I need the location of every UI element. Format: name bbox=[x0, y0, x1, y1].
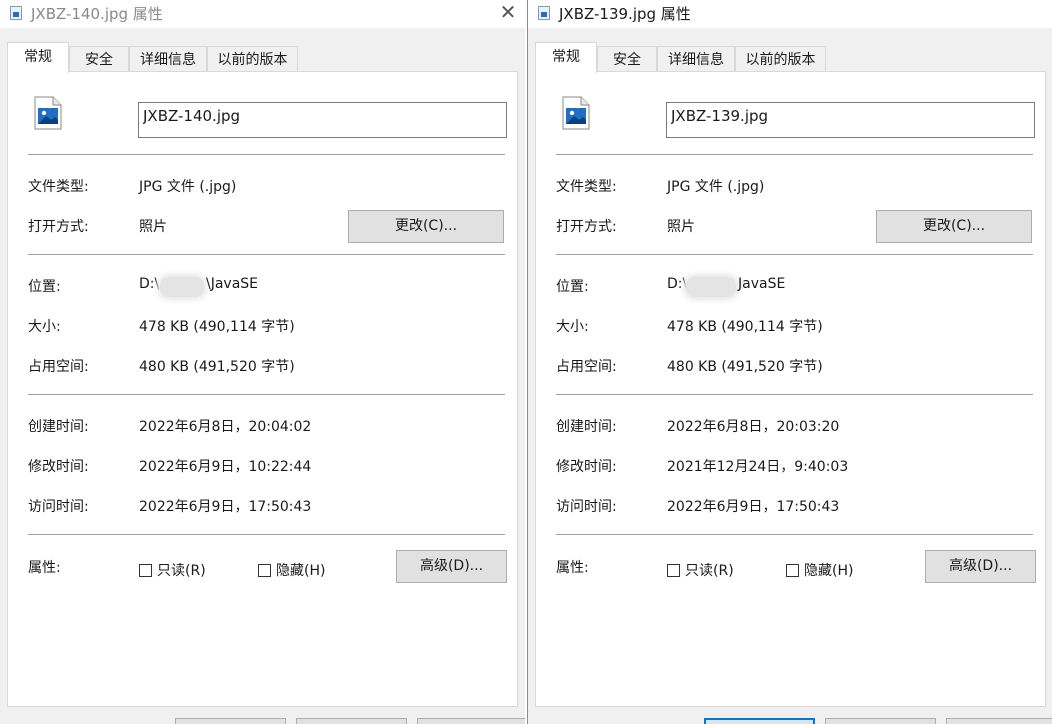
hidden-checkbox-label: 隐藏(H) bbox=[276, 563, 326, 579]
location-label: 位置: bbox=[28, 279, 61, 295]
location-suffix: \JavaSE bbox=[206, 276, 259, 292]
created-value: 2022年6月8日，20:04:02 bbox=[139, 419, 312, 435]
tab-security[interactable]: 安全 bbox=[69, 46, 129, 72]
file-type-value: JPG 文件 (.jpg) bbox=[139, 179, 237, 195]
created-label: 创建时间: bbox=[556, 419, 617, 435]
accessed-value: 2022年6月9日，17:50:43 bbox=[139, 499, 312, 515]
separator bbox=[556, 154, 1033, 155]
hidden-checkbox-label: 隐藏(H) bbox=[804, 563, 854, 579]
modified-label: 修改时间: bbox=[556, 459, 617, 475]
properties-window-jxbz-140: JXBZ-140.jpg 属性 ✕ 常规 安全 详细信息 以前的版本 文件类型:… bbox=[0, 0, 525, 724]
location-prefix: D:\ bbox=[139, 276, 160, 292]
created-value: 2022年6月8日，20:03:20 bbox=[667, 419, 840, 435]
open-with-value: 照片 bbox=[667, 219, 695, 235]
checkbox-box bbox=[258, 564, 271, 577]
attributes-label: 属性: bbox=[28, 560, 61, 576]
created-label: 创建时间: bbox=[28, 419, 89, 435]
hidden-checkbox[interactable]: 隐藏(H) bbox=[258, 560, 325, 580]
file-type-label: 文件类型: bbox=[556, 179, 617, 195]
readonly-checkbox-label: 只读(R) bbox=[685, 563, 734, 579]
accessed-value: 2022年6月9日，17:50:43 bbox=[667, 499, 840, 515]
size-on-disk-label: 占用空间: bbox=[28, 359, 89, 375]
size-value: 478 KB (490,114 字节) bbox=[667, 319, 823, 335]
size-value: 478 KB (490,114 字节) bbox=[139, 319, 295, 335]
location-suffix: JavaSE bbox=[738, 276, 786, 292]
size-on-disk-value: 480 KB (491,520 字节) bbox=[667, 359, 823, 375]
file-name-field[interactable] bbox=[666, 102, 1035, 138]
size-on-disk-label: 占用空间: bbox=[556, 359, 617, 375]
size-label: 大小: bbox=[28, 319, 61, 335]
advanced-button[interactable]: 高级(D)... bbox=[396, 550, 507, 583]
accessed-label: 访问时间: bbox=[556, 499, 617, 515]
separator bbox=[28, 534, 505, 535]
general-tab-panel: 文件类型: JPG 文件 (.jpg) 打开方式: 照片 更改(C)... 位置… bbox=[7, 71, 518, 707]
location-label: 位置: bbox=[556, 279, 589, 295]
image-file-icon bbox=[538, 6, 550, 20]
change-button[interactable]: 更改(C)... bbox=[876, 210, 1032, 243]
tab-strip: 常规 安全 详细信息 以前的版本 bbox=[535, 42, 1046, 73]
tab-previous-versions[interactable]: 以前的版本 bbox=[207, 46, 298, 72]
file-type-value: JPG 文件 (.jpg) bbox=[667, 179, 765, 195]
change-button[interactable]: 更改(C)... bbox=[348, 210, 504, 243]
attributes-label: 属性: bbox=[556, 560, 589, 576]
tab-general[interactable]: 常规 bbox=[7, 42, 69, 73]
ok-button[interactable] bbox=[704, 718, 815, 724]
accessed-label: 访问时间: bbox=[28, 499, 89, 515]
checkbox-box bbox=[786, 564, 799, 577]
location-prefix: D:\ bbox=[667, 276, 688, 292]
separator bbox=[28, 154, 505, 155]
checkbox-box bbox=[667, 564, 680, 577]
modified-value: 2022年6月9日，10:22:44 bbox=[139, 459, 312, 475]
open-with-label: 打开方式: bbox=[556, 219, 617, 235]
advanced-button[interactable]: 高级(D)... bbox=[925, 550, 1036, 583]
size-label: 大小: bbox=[556, 319, 589, 335]
file-type-label: 文件类型: bbox=[28, 179, 89, 195]
separator bbox=[28, 254, 505, 255]
tab-details[interactable]: 详细信息 bbox=[129, 46, 207, 72]
modified-label: 修改时间: bbox=[28, 459, 89, 475]
tab-previous-versions[interactable]: 以前的版本 bbox=[735, 46, 826, 72]
tab-details[interactable]: 详细信息 bbox=[657, 46, 735, 72]
general-tab-panel: 文件类型: JPG 文件 (.jpg) 打开方式: 照片 更改(C)... 位置… bbox=[535, 71, 1046, 707]
tab-security[interactable]: 安全 bbox=[597, 46, 657, 72]
close-icon[interactable]: ✕ bbox=[491, 0, 525, 26]
redacted-path-segment bbox=[160, 277, 204, 297]
checkbox-box bbox=[139, 564, 152, 577]
cancel-button[interactable] bbox=[825, 718, 936, 724]
apply-button[interactable] bbox=[417, 718, 525, 724]
tab-general[interactable]: 常规 bbox=[535, 42, 597, 73]
readonly-checkbox[interactable]: 只读(R) bbox=[139, 560, 206, 580]
apply-button[interactable] bbox=[946, 718, 1052, 724]
hidden-checkbox[interactable]: 隐藏(H) bbox=[786, 560, 853, 580]
separator bbox=[556, 534, 1033, 535]
jpg-file-icon bbox=[34, 96, 62, 130]
redacted-path-segment bbox=[686, 277, 736, 297]
tab-strip: 常规 安全 详细信息 以前的版本 bbox=[7, 42, 518, 73]
title-bar[interactable]: JXBZ-140.jpg 属性 ✕ bbox=[0, 0, 525, 28]
readonly-checkbox[interactable]: 只读(R) bbox=[667, 560, 734, 580]
open-with-label: 打开方式: bbox=[28, 219, 89, 235]
separator bbox=[28, 394, 505, 395]
size-on-disk-value: 480 KB (491,520 字节) bbox=[139, 359, 295, 375]
properties-window-jxbz-139: JXBZ-139.jpg 属性 常规 安全 详细信息 以前的版本 文件类型: J… bbox=[527, 0, 1052, 724]
separator bbox=[556, 254, 1033, 255]
cancel-button[interactable] bbox=[296, 718, 407, 724]
file-name-field[interactable] bbox=[138, 102, 507, 138]
open-with-value: 照片 bbox=[139, 219, 167, 235]
modified-value: 2021年12月24日，9:40:03 bbox=[667, 459, 849, 475]
jpg-file-icon bbox=[562, 96, 590, 130]
window-title: JXBZ-139.jpg 属性 bbox=[559, 5, 691, 23]
title-bar[interactable]: JXBZ-139.jpg 属性 bbox=[528, 0, 1052, 28]
image-file-icon bbox=[10, 6, 22, 20]
readonly-checkbox-label: 只读(R) bbox=[157, 563, 206, 579]
separator bbox=[556, 394, 1033, 395]
ok-button[interactable] bbox=[175, 718, 286, 724]
window-title: JXBZ-140.jpg 属性 bbox=[31, 5, 163, 23]
